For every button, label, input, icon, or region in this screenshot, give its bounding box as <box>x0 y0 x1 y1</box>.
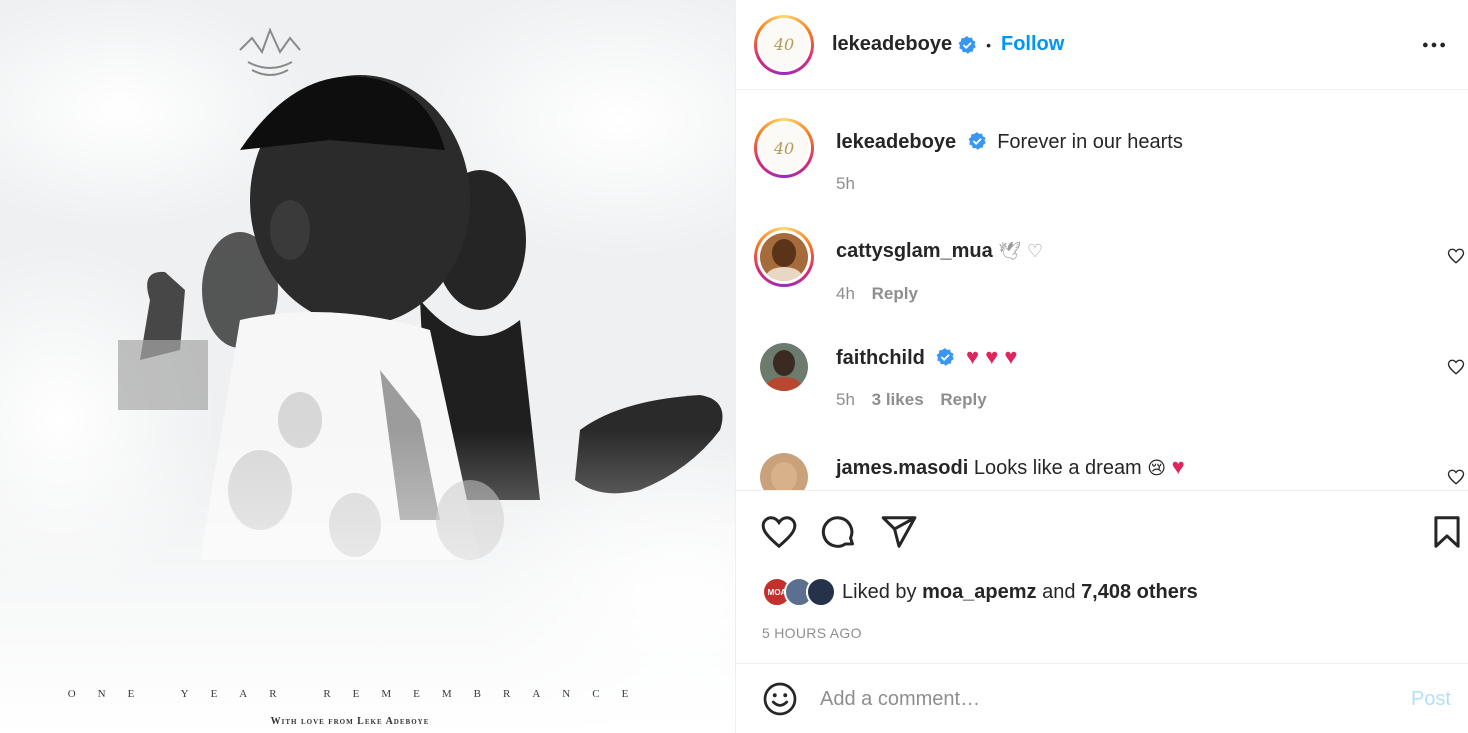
liker-avatar <box>806 577 836 607</box>
liker-username[interactable]: moa_apemz <box>922 581 1037 603</box>
comment-text: 🕊 ♡ <box>998 241 1044 262</box>
post-actions: MOA Liked by moa_apemz and 7,408 others … <box>736 490 1468 664</box>
commenter-avatar[interactable] <box>754 227 814 287</box>
comment-icon[interactable] <box>820 513 858 551</box>
verified-badge-icon <box>958 35 976 54</box>
comment-text: ♥ ♥ ♥ <box>966 344 1018 369</box>
heart-emoji: ♥ <box>1171 454 1185 479</box>
comment-composer: Post <box>736 665 1468 733</box>
comment-likes[interactable]: 3 likes <box>872 390 924 409</box>
post-timestamp[interactable]: 5 HOURS AGO <box>762 625 862 641</box>
post-panel: 40 lekeadeboye • Follow 40 lekeadeboye F… <box>735 0 1468 733</box>
crying-emoji: 😢 <box>1147 458 1167 479</box>
likes-summary[interactable]: MOA Liked by moa_apemz and 7,408 others <box>762 577 1198 607</box>
comment-item: james.masodi Looks like a dream 😢 ♥ <box>754 447 1185 490</box>
commenter-avatar[interactable] <box>760 343 808 391</box>
avatar-photo <box>760 343 808 391</box>
reply-button[interactable]: Reply <box>940 390 986 409</box>
bookmark-icon[interactable] <box>1428 513 1466 551</box>
memorial-title: ONE YEAR REMEMBRANCE <box>67 688 651 700</box>
author-avatar[interactable]: 40 <box>754 118 814 178</box>
verified-badge-icon <box>936 348 955 366</box>
more-horizontal-icon[interactable] <box>1421 32 1447 58</box>
avatar-logo: 40 <box>759 123 809 173</box>
separator-dot: • <box>986 36 991 53</box>
reply-button[interactable]: Reply <box>872 284 918 303</box>
commenter-avatar[interactable] <box>760 453 808 490</box>
heart-icon[interactable] <box>760 513 798 551</box>
comment-time[interactable]: 4h <box>836 284 855 303</box>
post-comment-button[interactable]: Post <box>1411 688 1451 711</box>
avatar-photo <box>760 233 808 281</box>
post-image[interactable]: ONE YEAR REMEMBRANCE With love from Leke… <box>0 0 735 733</box>
comment-item: faithchild ♥ ♥ ♥ 5h 3 likes Reply <box>754 337 1017 410</box>
comment-username[interactable]: james.masodi <box>836 457 968 479</box>
like-comment-heart-icon[interactable] <box>1447 468 1465 486</box>
avatar-logo: 40 <box>759 19 809 70</box>
likes-prefix: Liked by <box>842 580 917 603</box>
likes-and: and <box>1042 580 1076 603</box>
caption-text: Forever in our hearts <box>997 131 1183 153</box>
comment-time[interactable]: 5h <box>836 390 855 409</box>
like-comment-heart-icon[interactable] <box>1447 358 1465 376</box>
author-username[interactable]: lekeadeboye <box>832 33 952 56</box>
author-avatar[interactable]: 40 <box>754 14 814 75</box>
avatar-photo <box>760 453 808 490</box>
post-header: 40 lekeadeboye • Follow <box>736 0 1468 90</box>
caption-time[interactable]: 5h <box>836 174 855 193</box>
like-comment-heart-icon[interactable] <box>1447 247 1465 265</box>
comments-list[interactable]: 40 lekeadeboye Forever in our hearts 5h <box>736 91 1468 490</box>
memorial-subtitle: With love from Leke Adeboye <box>270 716 430 727</box>
caption-entry: 40 lekeadeboye Forever in our hearts 5h <box>754 118 1183 194</box>
verified-badge-icon <box>968 132 986 150</box>
likes-count[interactable]: 7,408 others <box>1081 581 1198 603</box>
caption-username[interactable]: lekeadeboye <box>836 131 956 153</box>
comment-item: cattysglam_mua 🕊 ♡ 4h Reply <box>754 227 1043 304</box>
emoji-icon[interactable] <box>762 681 798 717</box>
comment-text: Looks like a dream <box>973 457 1142 479</box>
comment-username[interactable]: cattysglam_mua <box>836 240 993 262</box>
send-icon[interactable] <box>880 513 918 551</box>
memorial-artwork <box>0 0 735 733</box>
follow-button[interactable]: Follow <box>1001 33 1064 56</box>
liker-avatars: MOA <box>762 577 836 607</box>
comment-input[interactable] <box>820 687 1400 711</box>
comment-username[interactable]: faithchild <box>836 347 925 369</box>
